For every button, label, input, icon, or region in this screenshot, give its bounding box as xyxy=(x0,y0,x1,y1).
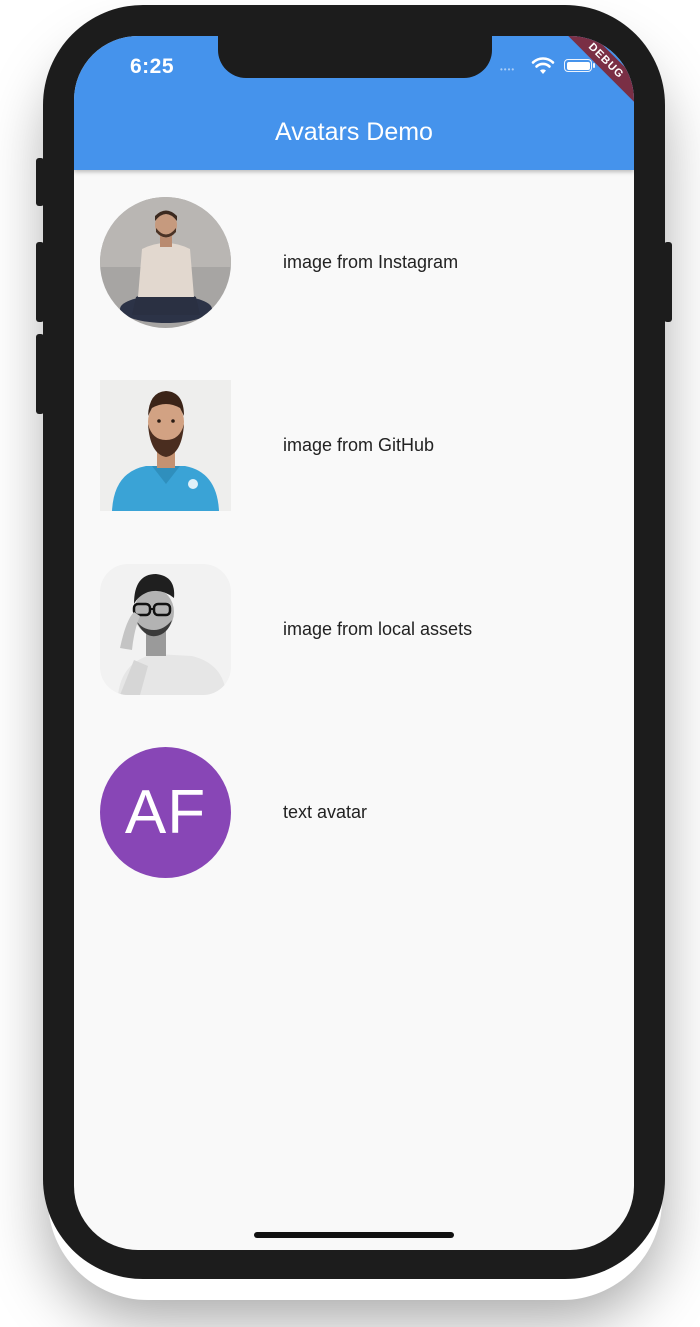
person-photo-icon xyxy=(100,380,231,511)
volume-down-button xyxy=(36,334,44,414)
volume-up-button xyxy=(36,242,44,322)
item-label: image from Instagram xyxy=(283,252,459,272)
page-title: Avatars Demo xyxy=(275,118,433,146)
item-label: image from local assets xyxy=(283,619,473,639)
list-item-instagram[interactable]: image from Instagram xyxy=(100,197,620,328)
list-item-github[interactable]: image from GitHub xyxy=(100,380,620,511)
list-item-text-avatar[interactable]: AF text avatar xyxy=(100,747,620,878)
person-photo-icon xyxy=(100,564,231,695)
battery-icon xyxy=(564,59,592,72)
status-time: 6:25 xyxy=(130,55,175,78)
debug-banner: DEBUG xyxy=(557,36,634,110)
local-assets-avatar xyxy=(100,564,231,695)
text-avatar: AF xyxy=(100,747,231,878)
home-indicator[interactable] xyxy=(254,1232,454,1238)
github-avatar xyxy=(100,380,231,511)
item-label: text avatar xyxy=(283,802,368,822)
avatar-initials: AF xyxy=(124,778,207,847)
cellular-signal-icon: •••• xyxy=(500,65,516,74)
item-label: image from GitHub xyxy=(283,435,435,455)
device-stage: 6:25 •••• DEBUG Avatars Demo image from … xyxy=(0,0,700,1327)
list-item-local-assets[interactable]: image from local assets xyxy=(100,564,620,695)
silent-switch xyxy=(36,158,44,206)
instagram-avatar xyxy=(100,197,231,328)
app-bar: 6:25 •••• DEBUG Avatars Demo xyxy=(74,36,634,170)
person-photo-icon xyxy=(100,197,231,328)
power-button xyxy=(664,242,672,322)
wifi-icon xyxy=(531,57,555,74)
battery-cap xyxy=(593,63,595,68)
notch xyxy=(218,36,492,78)
phone-screen: 6:25 •••• DEBUG Avatars Demo image from … xyxy=(74,36,634,1250)
